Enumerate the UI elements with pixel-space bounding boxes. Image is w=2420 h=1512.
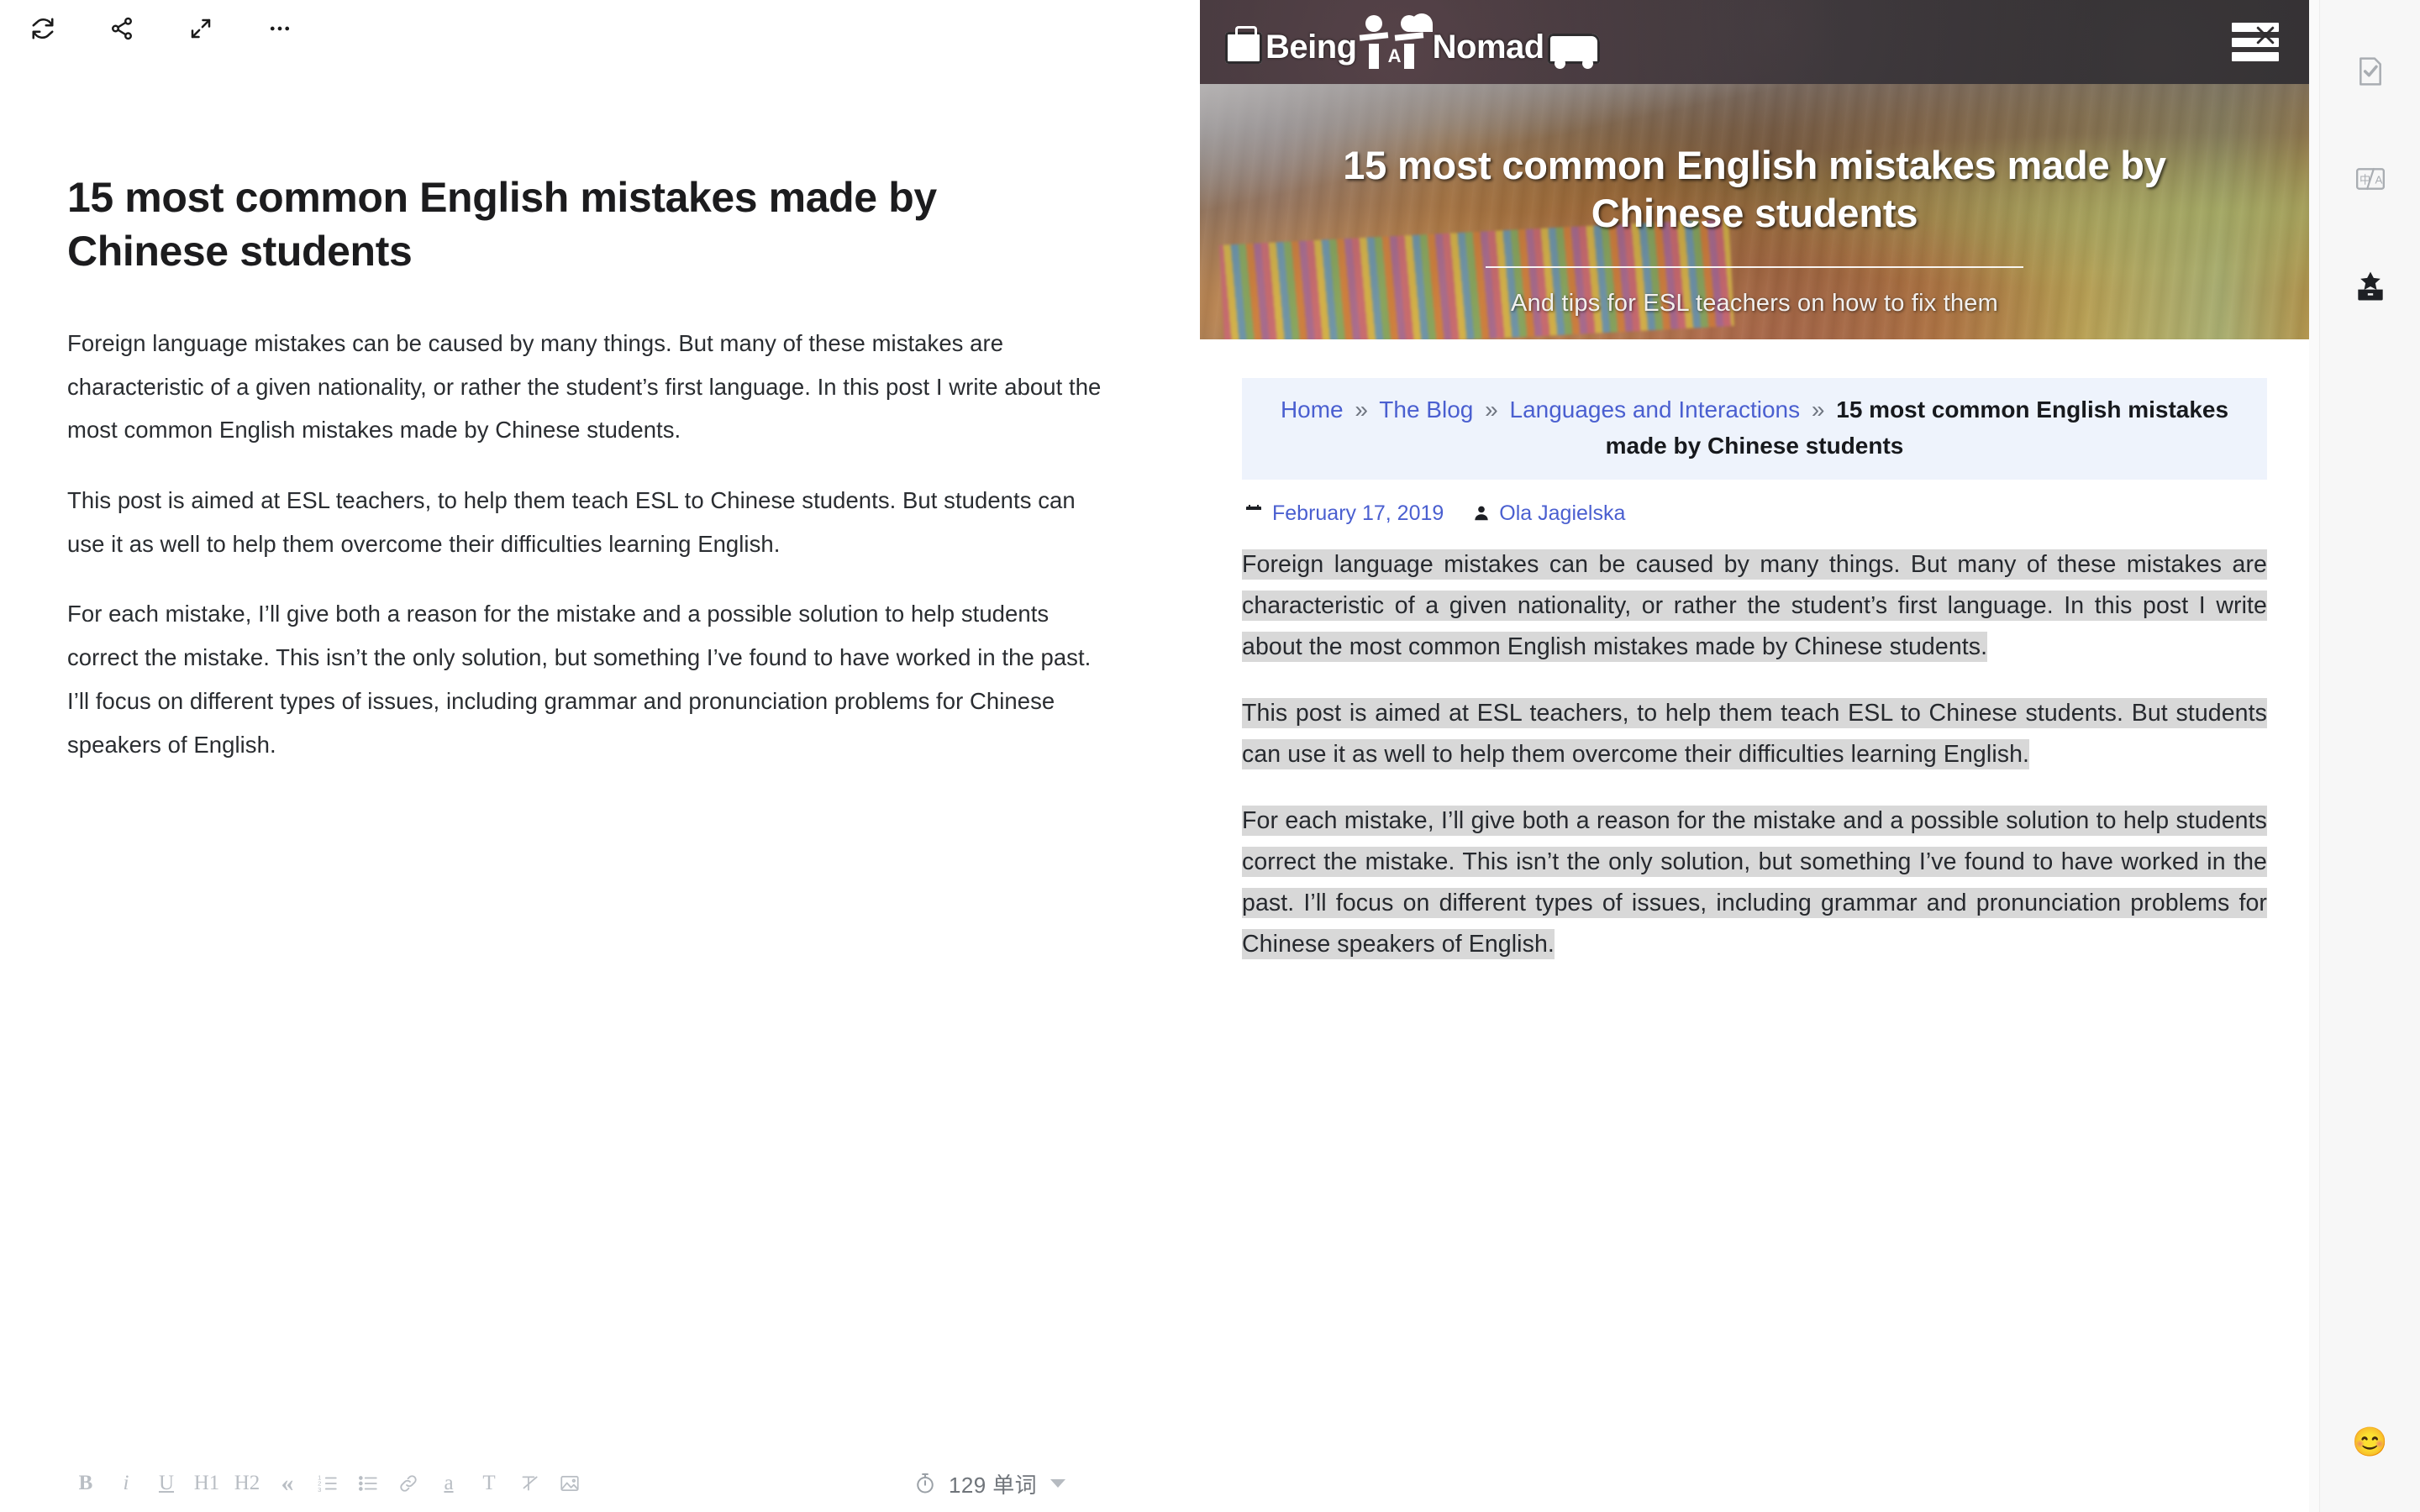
translate-icon[interactable]: 中 A bbox=[2344, 153, 2396, 205]
heading-2-button[interactable]: H2 bbox=[227, 1464, 267, 1503]
user-icon bbox=[1472, 504, 1491, 522]
svg-text:3: 3 bbox=[318, 1486, 321, 1494]
app-root: 15 most common English mistakes made by … bbox=[0, 0, 2420, 1512]
article-paragraph: Foreign language mistakes can be caused … bbox=[1242, 544, 2267, 668]
document-paragraph[interactable]: This post is aimed at ESL teachers, to h… bbox=[67, 479, 1118, 565]
hamburger-menu-icon[interactable] bbox=[2232, 23, 2279, 61]
selected-text: This post is aimed at ESL teachers, to h… bbox=[1242, 697, 2267, 769]
share-icon[interactable] bbox=[99, 6, 145, 51]
hero-title: 15 most common English mistakes made by … bbox=[1343, 143, 2166, 236]
post-date[interactable]: February 17, 2019 bbox=[1272, 501, 1444, 526]
expand-icon[interactable] bbox=[178, 6, 224, 51]
logo-text-nomad: Nomad bbox=[1432, 29, 1545, 66]
more-icon[interactable] bbox=[257, 6, 302, 51]
selected-text: Foreign language mistakes can be caused … bbox=[1242, 549, 2267, 662]
editor-document-surface[interactable]: 15 most common English mistakes made by … bbox=[0, 57, 1200, 1455]
ordered-list-button[interactable]: 1 2 3 bbox=[308, 1464, 348, 1503]
site-logo[interactable]: Being A Nomad bbox=[1225, 13, 1600, 69]
breadcrumb: Home » The Blog » Languages and Interact… bbox=[1242, 378, 2267, 480]
heading-2-label: H2 bbox=[234, 1472, 260, 1494]
document-title[interactable]: 15 most common English mistakes made by … bbox=[67, 171, 1092, 278]
italic-button[interactable]: i bbox=[106, 1464, 146, 1503]
proofread-icon[interactable] bbox=[2344, 45, 2396, 97]
website-preview: Being A Nomad 15 most common English mis… bbox=[1200, 0, 2309, 1512]
text-style-label: T bbox=[482, 1472, 496, 1494]
breadcrumb-separator: » bbox=[1485, 396, 1498, 423]
editor-top-toolbar bbox=[0, 0, 1200, 57]
underline-label: U bbox=[158, 1472, 175, 1494]
breadcrumb-separator: » bbox=[1355, 396, 1368, 423]
logo-text-a: A bbox=[1387, 45, 1402, 66]
bold-button[interactable]: B bbox=[66, 1464, 106, 1503]
toolbox-icon[interactable] bbox=[2344, 260, 2396, 312]
breadcrumb-item-languages-and-interactions[interactable]: Languages and Interactions bbox=[1510, 396, 1801, 423]
heading-1-button[interactable]: H1 bbox=[187, 1464, 227, 1503]
caret-down-icon[interactable] bbox=[1050, 1479, 1065, 1488]
emoji-button[interactable]: 😊 bbox=[2352, 1428, 2387, 1457]
clear-format-button[interactable] bbox=[509, 1464, 550, 1503]
bold-label: B bbox=[78, 1472, 93, 1494]
preview-panel: Being A Nomad 15 most common English mis… bbox=[1200, 0, 2360, 1512]
post-author[interactable]: Ola Jagielska bbox=[1499, 501, 1625, 526]
link-button[interactable] bbox=[388, 1464, 429, 1503]
camper-van-icon bbox=[1547, 34, 1600, 69]
article-body: Home » The Blog » Languages and Interact… bbox=[1200, 339, 2309, 965]
highlight-button[interactable]: a bbox=[429, 1464, 469, 1503]
article-paragraph: For each mistake, I’ll give both a reaso… bbox=[1242, 801, 2267, 965]
calendar-icon bbox=[1244, 503, 1264, 523]
people-icon: A bbox=[1360, 13, 1433, 69]
blockquote-label: « bbox=[281, 1469, 294, 1497]
article-paragraph: This post is aimed at ESL teachers, to h… bbox=[1242, 693, 2267, 775]
site-header: Being A Nomad bbox=[1200, 0, 2309, 84]
editor-panel: 15 most common English mistakes made by … bbox=[0, 0, 1200, 1512]
insert-image-button[interactable] bbox=[550, 1464, 590, 1503]
logo-text-being: Being bbox=[1265, 29, 1357, 66]
text-style-button[interactable]: T bbox=[469, 1464, 509, 1503]
hero-banner: 15 most common English mistakes made by … bbox=[1200, 84, 2309, 339]
editor-format-toolbar: B i U H1 H2 « 1 2 3 a T 129 单词 bbox=[0, 1455, 1200, 1512]
breadcrumb-item-the-blog[interactable]: The Blog bbox=[1379, 396, 1473, 423]
italic-label: i bbox=[123, 1472, 129, 1494]
highlight-label: a bbox=[444, 1472, 454, 1494]
post-meta: February 17, 2019 Ola Jagielska bbox=[1244, 501, 2267, 526]
right-rail: 中 A 😊 bbox=[2319, 0, 2420, 1512]
word-count-control[interactable]: 129 单词 bbox=[913, 1468, 1175, 1499]
blockquote-button[interactable]: « bbox=[267, 1464, 308, 1503]
word-count-label: 129 单词 bbox=[948, 1472, 1037, 1498]
svg-text:中: 中 bbox=[2360, 173, 2370, 186]
hero-subtitle: And tips for ESL teachers on how to fix … bbox=[1511, 289, 1998, 317]
refresh-icon[interactable] bbox=[20, 6, 66, 51]
hero-divider bbox=[1486, 265, 2023, 268]
svg-text:A: A bbox=[2375, 173, 2382, 186]
bullet-list-button[interactable] bbox=[348, 1464, 388, 1503]
suitcase-icon bbox=[1225, 26, 1262, 64]
document-paragraph[interactable]: For each mistake, I’ll give both a reaso… bbox=[67, 592, 1118, 766]
umbrella-icon bbox=[1410, 13, 1433, 32]
heading-1-label: H1 bbox=[193, 1472, 220, 1494]
breadcrumb-item-home[interactable]: Home bbox=[1281, 396, 1344, 423]
document-paragraph[interactable]: Foreign language mistakes can be caused … bbox=[67, 322, 1118, 452]
breadcrumb-separator: » bbox=[1811, 396, 1825, 423]
selected-text: For each mistake, I’ll give both a reaso… bbox=[1242, 805, 2267, 959]
underline-button[interactable]: U bbox=[146, 1464, 187, 1503]
stopwatch-icon bbox=[913, 1472, 937, 1495]
